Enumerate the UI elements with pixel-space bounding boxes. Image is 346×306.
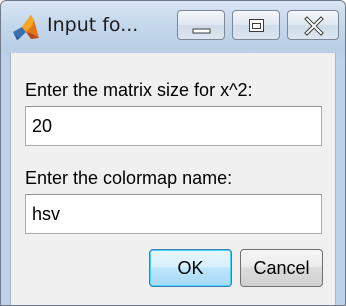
matrix-size-label: Enter the matrix size for x^2: bbox=[25, 80, 253, 100]
cancel-button[interactable]: Cancel bbox=[240, 249, 323, 287]
ok-button[interactable]: OK bbox=[149, 249, 232, 287]
maximize-icon bbox=[249, 19, 264, 32]
colormap-input[interactable] bbox=[25, 194, 322, 234]
close-icon bbox=[304, 16, 324, 36]
minimize-button[interactable] bbox=[177, 10, 225, 40]
dialog-body: Enter the matrix size for x^2: Enter the… bbox=[10, 53, 336, 305]
window-title: Input fo... bbox=[47, 14, 139, 36]
matrix-size-input[interactable] bbox=[25, 106, 322, 146]
close-button[interactable] bbox=[287, 10, 339, 40]
input-dialog-window: Input fo... Enter the matrix size for x^… bbox=[0, 0, 346, 306]
matlab-icon bbox=[11, 12, 41, 42]
minimize-icon bbox=[192, 28, 211, 34]
maximize-button[interactable] bbox=[232, 10, 280, 40]
colormap-label: Enter the colormap name: bbox=[25, 168, 233, 188]
title-bar[interactable]: Input fo... bbox=[1, 1, 345, 53]
